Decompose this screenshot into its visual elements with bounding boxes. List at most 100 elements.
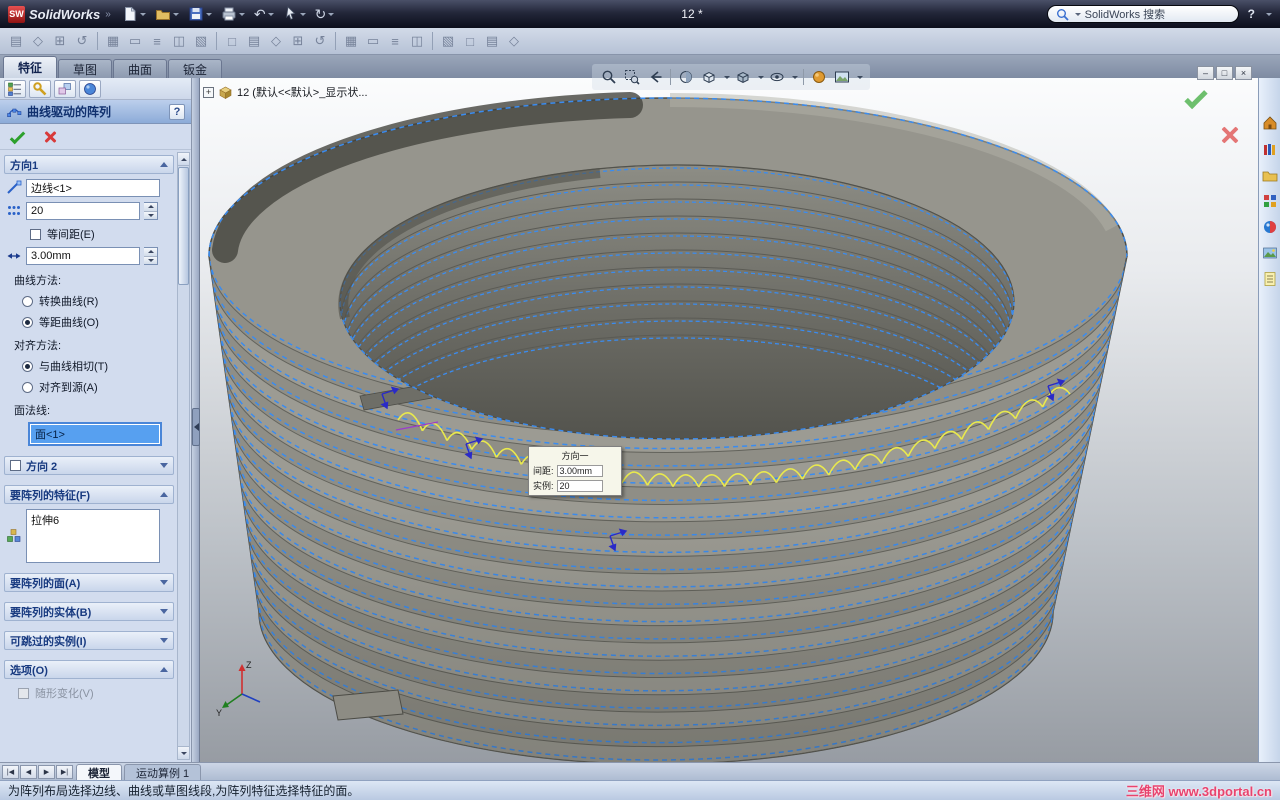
tool-icon[interactable]: ⊞ bbox=[288, 31, 308, 51]
tree-expand-icon[interactable]: + bbox=[203, 86, 214, 98]
view-palette-icon[interactable] bbox=[1261, 192, 1278, 209]
vary-sketch-checkbox[interactable] bbox=[18, 687, 29, 699]
tab-features[interactable]: 特征 bbox=[3, 56, 58, 78]
minimize-button[interactable]: – bbox=[1197, 66, 1214, 80]
graphics-area[interactable]: ZY + 12 (默认<<默认>_显示状... – □ × 方向一 间距: 3.… bbox=[200, 64, 1258, 762]
tool-icon[interactable]: ▭ bbox=[125, 31, 145, 51]
tool-icon[interactable]: ▤ bbox=[244, 31, 264, 51]
offset-curve-option[interactable]: 等距曲线(O) bbox=[22, 314, 174, 330]
undo-button[interactable]: ↶ bbox=[251, 3, 277, 25]
tab-surface[interactable]: 曲面 bbox=[113, 59, 168, 78]
expand-chevron-icon[interactable] bbox=[160, 580, 168, 585]
pm-ok-button[interactable] bbox=[9, 128, 26, 145]
open-button[interactable] bbox=[152, 3, 182, 25]
view-orientation-icon[interactable] bbox=[699, 67, 719, 87]
section-bodies-to-pattern[interactable]: 要阵列的实体(B) bbox=[4, 602, 174, 621]
tab-motion-study[interactable]: 运动算例 1 bbox=[124, 764, 202, 780]
pm-help-button[interactable]: ? bbox=[169, 103, 185, 120]
tool-icon[interactable]: ▭ bbox=[363, 31, 383, 51]
section-features-to-pattern[interactable]: 要阵列的特征(F) bbox=[4, 485, 174, 504]
zoom-fit-icon[interactable] bbox=[599, 67, 619, 87]
hide-show-items-icon[interactable] bbox=[767, 67, 787, 87]
tooltip-instances-value[interactable]: 20 bbox=[556, 479, 603, 492]
select-button[interactable] bbox=[280, 3, 309, 25]
propertymanager-tab[interactable] bbox=[29, 79, 51, 98]
file-explorer-icon[interactable] bbox=[1261, 166, 1278, 183]
features-to-pattern-listbox[interactable]: 拉伸6 bbox=[26, 509, 160, 563]
search-box[interactable]: SolidWorks 搜索 bbox=[1046, 5, 1239, 23]
solidworks-resources-icon[interactable] bbox=[1261, 114, 1278, 131]
tool-icon[interactable]: ◇ bbox=[266, 31, 286, 51]
tool-icon[interactable]: ▦ bbox=[341, 31, 361, 51]
tab-sheetmetal[interactable]: 钣金 bbox=[168, 59, 223, 78]
feature-list-item[interactable]: 拉伸6 bbox=[31, 512, 155, 528]
tangent-to-curve-option[interactable]: 与曲线相切(T) bbox=[22, 358, 174, 374]
expand-chevron-icon[interactable] bbox=[160, 638, 168, 643]
tool-icon[interactable]: ◫ bbox=[169, 31, 189, 51]
tool-icon[interactable]: ⊞ bbox=[50, 31, 70, 51]
close-button[interactable]: × bbox=[1235, 66, 1252, 80]
panel-splitter[interactable] bbox=[192, 78, 200, 762]
featuremanager-tab[interactable] bbox=[4, 79, 26, 98]
collapse-chevron-icon[interactable] bbox=[160, 492, 168, 497]
offset-curve-radio[interactable] bbox=[22, 316, 33, 328]
zoom-area-icon[interactable] bbox=[622, 67, 642, 87]
dropdown-caret-icon[interactable] bbox=[857, 75, 863, 79]
scroll-down-button[interactable] bbox=[178, 746, 189, 759]
section-instances-to-skip[interactable]: 可跳过的实例(I) bbox=[4, 631, 174, 650]
expand-chevron-icon[interactable] bbox=[160, 609, 168, 614]
tool-icon[interactable]: ▧ bbox=[438, 31, 458, 51]
tool-icon[interactable]: ↺ bbox=[310, 31, 330, 51]
tool-icon[interactable]: ▤ bbox=[482, 31, 502, 51]
face-selection-item[interactable]: 面<1> bbox=[31, 425, 159, 443]
transform-curve-option[interactable]: 转换曲线(R) bbox=[22, 293, 174, 309]
tool-icon[interactable]: ≡ bbox=[385, 31, 405, 51]
tab-model[interactable]: 模型 bbox=[76, 764, 122, 780]
design-library-icon[interactable] bbox=[1261, 140, 1278, 157]
solidworks-logo[interactable]: SW SolidWorks bbox=[8, 5, 100, 23]
tab-scroll-right-button[interactable]: ▶ bbox=[38, 765, 55, 779]
collapse-chevron-icon[interactable] bbox=[160, 162, 168, 167]
tab-scroll-last-button[interactable]: ▶| bbox=[56, 765, 73, 779]
direction2-checkbox[interactable] bbox=[10, 460, 21, 471]
tooltip-spacing-value[interactable]: 3.00mm bbox=[556, 464, 603, 477]
align-to-seed-option[interactable]: 对齐到源(A) bbox=[22, 379, 174, 395]
display-style-icon[interactable] bbox=[733, 67, 753, 87]
menu-expand-icon[interactable]: » bbox=[105, 9, 111, 20]
direction1-edge-input[interactable]: 边线<1> bbox=[26, 179, 160, 197]
apply-scene-icon[interactable] bbox=[832, 67, 852, 87]
spacing-input[interactable]: 3.00mm bbox=[26, 247, 140, 265]
appearances-icon[interactable] bbox=[1261, 218, 1278, 235]
tab-sketch[interactable]: 草图 bbox=[58, 59, 113, 78]
save-button[interactable] bbox=[185, 3, 215, 25]
scenes-icon[interactable] bbox=[1261, 244, 1278, 261]
rebuild-button[interactable]: ↻ bbox=[312, 3, 338, 25]
tree-root-label[interactable]: 12 (默认<<默认>_显示状... bbox=[237, 84, 368, 100]
section-faces-to-pattern[interactable]: 要阵列的面(A) bbox=[4, 573, 174, 592]
tool-icon[interactable]: ▧ bbox=[191, 31, 211, 51]
restore-button[interactable]: □ bbox=[1216, 66, 1233, 80]
tool-icon[interactable]: □ bbox=[460, 31, 480, 51]
section-direction2[interactable]: 方向 2 bbox=[4, 456, 174, 475]
tool-icon[interactable]: ↺ bbox=[72, 31, 92, 51]
configurationmanager-tab[interactable] bbox=[54, 79, 76, 98]
dimxpertmanager-tab[interactable] bbox=[79, 79, 101, 98]
confirmation-ok-button[interactable] bbox=[1184, 85, 1208, 110]
tangent-to-curve-radio[interactable] bbox=[22, 360, 33, 372]
tab-scroll-left-button[interactable]: ◀ bbox=[20, 765, 37, 779]
new-document-button[interactable] bbox=[120, 3, 149, 25]
tool-icon[interactable]: ▤ bbox=[6, 31, 26, 51]
dropdown-caret-icon[interactable] bbox=[758, 75, 764, 79]
collapse-chevron-icon[interactable] bbox=[160, 667, 168, 672]
model-canvas[interactable]: ZY bbox=[200, 78, 1258, 762]
instance-count-stepper[interactable] bbox=[144, 202, 158, 220]
transform-curve-radio[interactable] bbox=[22, 295, 33, 307]
dropdown-caret-icon[interactable] bbox=[724, 75, 730, 79]
expand-chevron-icon[interactable] bbox=[160, 463, 168, 468]
splitter-handle[interactable] bbox=[192, 408, 200, 446]
edit-appearance-icon[interactable] bbox=[809, 67, 829, 87]
section-options[interactable]: 选项(O) bbox=[4, 660, 174, 679]
confirmation-cancel-button[interactable] bbox=[1220, 125, 1240, 148]
pm-cancel-button[interactable] bbox=[43, 130, 57, 144]
print-button[interactable] bbox=[218, 3, 248, 25]
